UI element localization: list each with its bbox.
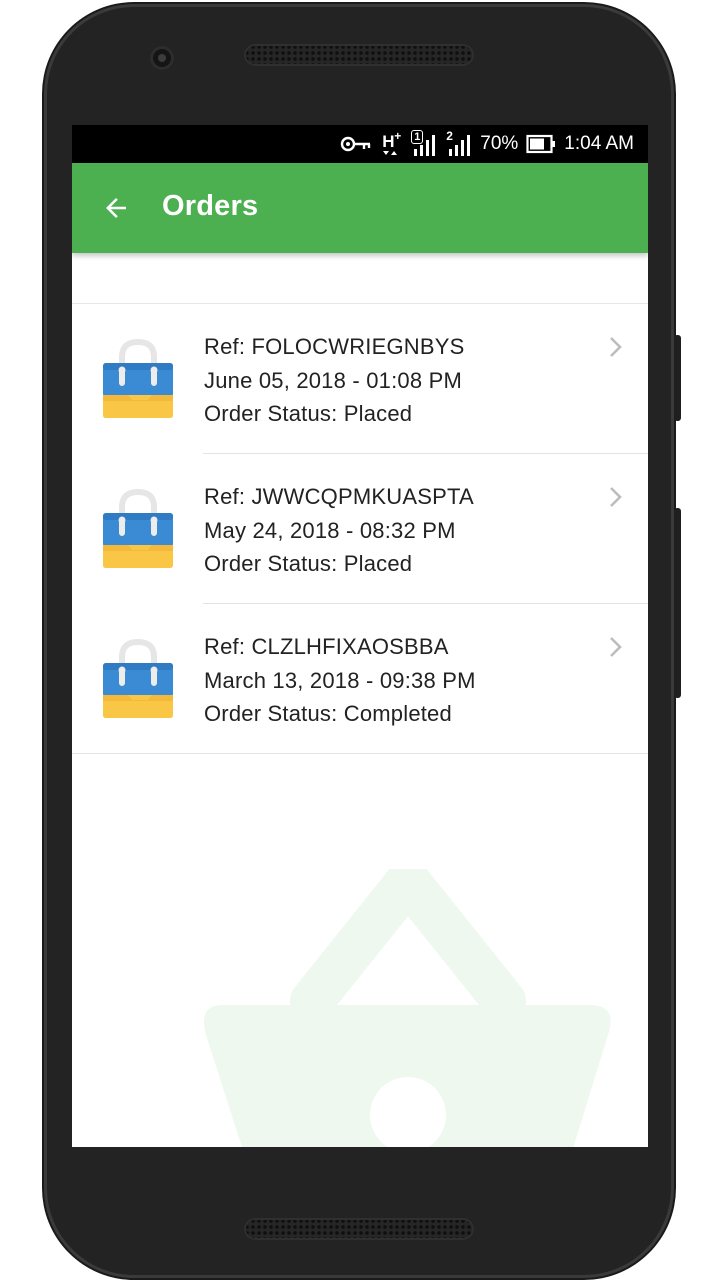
battery-icon <box>526 134 556 154</box>
order-item[interactable]: Ref: JWWCQPMKUASPTA May 24, 2018 - 08:32… <box>72 454 648 604</box>
order-details: Ref: JWWCQPMKUASPTA May 24, 2018 - 08:32… <box>204 480 474 581</box>
order-item[interactable]: Ref: CLZLHFIXAOSBBA March 13, 2018 - 09:… <box>72 604 648 754</box>
key-icon <box>340 135 372 153</box>
order-ref: Ref: FOLOCWRIEGNBYS <box>204 334 465 359</box>
battery-percent: 70% <box>480 133 519 154</box>
clock: 1:04 AM <box>564 133 634 154</box>
order-status: Order Status: Completed <box>204 701 452 726</box>
order-details: Ref: FOLOCWRIEGNBYS June 05, 2018 - 01:0… <box>204 330 465 431</box>
power-button <box>674 335 681 421</box>
arrow-back-icon <box>106 198 126 218</box>
front-camera <box>150 46 174 70</box>
chevron-right-icon <box>610 487 622 507</box>
chevron-right-icon <box>610 637 622 657</box>
sim2-signal-icon: 2 <box>446 129 472 159</box>
order-datetime: March 13, 2018 - 09:38 PM <box>204 667 476 693</box>
screen: H + 1 2 70% 1:04 AM Orders Ref: FOLOCWRI… <box>72 125 648 1147</box>
order-status: Order Status: Placed <box>204 551 413 576</box>
back-button[interactable] <box>92 185 140 231</box>
top-speaker <box>244 44 474 66</box>
page-title: Orders <box>162 190 259 222</box>
order-item[interactable]: Ref: FOLOCWRIEGNBYS June 05, 2018 - 01:0… <box>72 304 648 454</box>
order-details: Ref: CLZLHFIXAOSBBA March 13, 2018 - 09:… <box>204 630 476 731</box>
order-ref: Ref: CLZLHFIXAOSBBA <box>204 634 449 659</box>
volume-button <box>674 508 681 698</box>
shopping-bag-icon <box>103 489 173 568</box>
hplus-signal-icon: H + <box>380 129 402 159</box>
bottom-speaker <box>244 1218 474 1240</box>
orders-list: Ref: FOLOCWRIEGNBYS June 05, 2018 - 01:0… <box>72 304 648 754</box>
shopping-bag-icon <box>103 339 173 418</box>
shopping-bag-icon <box>103 639 173 718</box>
order-ref: Ref: JWWCQPMKUASPTA <box>204 484 474 509</box>
row-divider <box>72 753 648 754</box>
shopping-basket-icon <box>204 869 611 1147</box>
sim1-signal-icon: 1 <box>410 129 438 159</box>
chevron-right-icon <box>610 337 622 357</box>
status-bar: H + 1 2 70% 1:04 AM <box>72 125 648 163</box>
content-area: Ref: FOLOCWRIEGNBYS June 05, 2018 - 01:0… <box>72 253 648 1147</box>
order-status: Order Status: Placed <box>204 401 413 426</box>
order-datetime: May 24, 2018 - 08:32 PM <box>204 517 456 543</box>
app-bar: Orders <box>72 163 648 253</box>
order-datetime: June 05, 2018 - 01:08 PM <box>204 367 462 393</box>
